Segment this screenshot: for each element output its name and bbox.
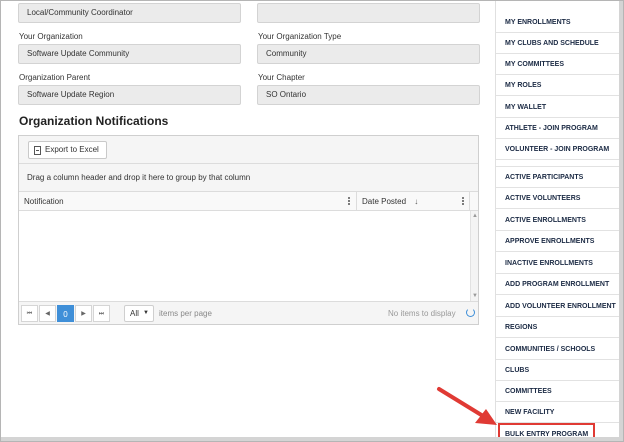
last-page-button[interactable]: ⏭ [93, 305, 110, 322]
sidebar-item-communities-schools[interactable]: COMMUNITIES / SCHOOLS [496, 339, 620, 360]
grid-scrollbar[interactable]: ▲ ▼ [470, 211, 478, 301]
grid-header-row: Notification Date Posted ↓ [19, 192, 478, 211]
sidebar-item-my-roles[interactable]: MY ROLES [496, 75, 620, 96]
sidebar-item-regions[interactable]: REGIONS [496, 317, 620, 338]
page-size-select[interactable]: All ▼ [124, 305, 154, 322]
grid-pager: ⏮ ◀ 0 ▶ ⏭ All ▼ items per page No items … [19, 301, 478, 324]
org-parent-label: Organization Parent [19, 73, 91, 82]
scroll-down-icon[interactable]: ▼ [472, 293, 478, 299]
org-label: Your Organization [19, 32, 83, 41]
page-size-value: All [130, 309, 139, 318]
sidebar-item-volunteer-join-program[interactable]: VOLUNTEER - JOIN PROGRAM [496, 139, 620, 160]
sidebar-item-my-clubs-and-schedule[interactable]: MY CLUBS AND SCHEDULE [496, 33, 620, 54]
chapter-label: Your Chapter [258, 73, 305, 82]
items-per-page-label: items per page [159, 309, 212, 318]
export-excel-label: Export to Excel [45, 145, 99, 154]
refresh-icon[interactable] [466, 308, 475, 317]
next-page-button[interactable]: ▶ [75, 305, 92, 322]
org-type-label: Your Organization Type [258, 32, 342, 41]
notifications-title: Organization Notifications [19, 114, 169, 128]
chapter-field: SO Ontario [257, 85, 480, 105]
first-page-button[interactable]: ⏮ [21, 305, 38, 322]
column-header-notification[interactable]: Notification [19, 192, 357, 211]
sidebar-item-athlete-join-program[interactable]: ATHLETE - JOIN PROGRAM [496, 118, 620, 139]
sidebar-item-my-committees[interactable]: MY COMMITTEES [496, 54, 620, 75]
column-header-label: Date Posted [362, 197, 407, 206]
sidebar-item-new-facility[interactable]: NEW FACILITY [496, 402, 620, 423]
sidebar-item-active-participants[interactable]: ACTIVE PARTICIPANTS [496, 167, 620, 188]
pager-status: No items to display [388, 309, 456, 318]
column-header-label: Notification [24, 197, 64, 206]
sidebar-item-add-volunteer-enrollment[interactable]: ADD VOLUNTEER ENROLLMENT [496, 296, 620, 317]
role-field: Local/Community Coordinator [18, 3, 241, 23]
sort-descending-icon: ↓ [414, 197, 419, 206]
sidebar-item-inactive-enrollments[interactable]: INACTIVE ENROLLMENTS [496, 253, 620, 274]
sidebar-item-approve-enrollments[interactable]: APPROVE ENROLLMENTS [496, 231, 620, 252]
scroll-up-icon[interactable]: ▲ [472, 213, 478, 219]
column-menu-icon[interactable] [348, 197, 350, 206]
sidebar-item-committees[interactable]: COMMITTEES [496, 381, 620, 402]
column-menu-icon[interactable] [462, 197, 464, 206]
prev-page-button[interactable]: ◀ [39, 305, 56, 322]
sidebar-item-active-enrollments[interactable]: ACTIVE ENROLLMENTS [496, 210, 620, 231]
right-top-field [257, 3, 480, 23]
grid-toolbar: Export to Excel [19, 136, 478, 164]
current-page-button[interactable]: 0 [57, 305, 74, 322]
notifications-grid: Export to Excel Drag a column header and… [18, 135, 479, 325]
chevron-down-icon: ▼ [143, 310, 149, 316]
sidebar-divider [496, 160, 620, 167]
excel-file-icon [34, 145, 41, 155]
group-by-dropzone[interactable]: Drag a column header and drop it here to… [19, 164, 478, 192]
annotation-arrow-icon [437, 387, 497, 425]
grid-body [19, 211, 478, 301]
export-excel-button[interactable]: Export to Excel [28, 141, 107, 159]
organization-field: Software Update Community [18, 44, 241, 64]
sidebar-item-my-enrollments[interactable]: MY ENROLLMENTS [496, 12, 620, 33]
frame-shadow-right [619, 1, 623, 441]
organization-type-field: Community [257, 44, 480, 64]
sidebar-nav: MY ENROLLMENTS MY CLUBS AND SCHEDULE MY … [495, 1, 620, 441]
frame-shadow-bottom [1, 437, 623, 441]
sidebar-item-clubs[interactable]: CLUBS [496, 360, 620, 381]
sidebar-item-active-volunteers[interactable]: ACTIVE VOLUNTEERS [496, 188, 620, 209]
column-header-date-posted[interactable]: Date Posted ↓ [357, 192, 470, 211]
sidebar-item-my-wallet[interactable]: MY WALLET [496, 97, 620, 118]
organization-parent-field: Software Update Region [18, 85, 241, 105]
screenshot-frame: Local/Community Coordinator Your Organiz… [0, 0, 624, 442]
sidebar-item-add-program-enrollment[interactable]: ADD PROGRAM ENROLLMENT [496, 274, 620, 295]
